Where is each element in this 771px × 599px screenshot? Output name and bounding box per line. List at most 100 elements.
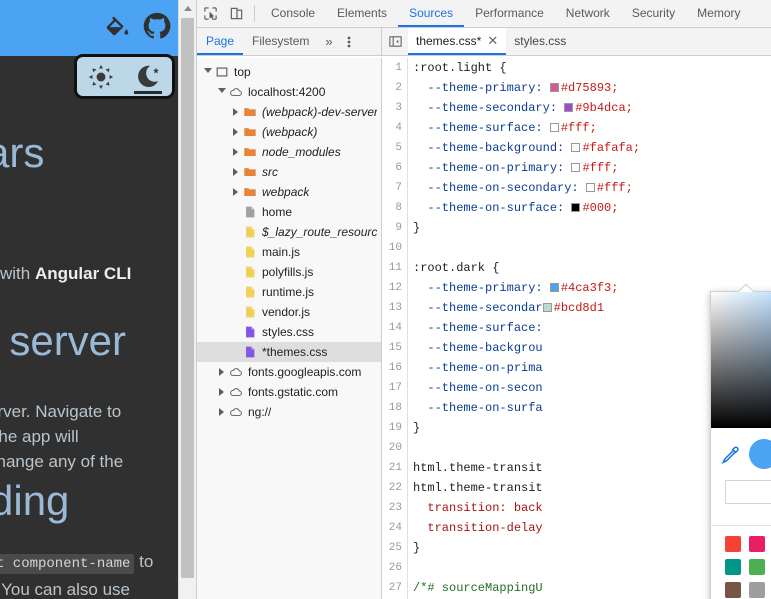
tree-twisty[interactable] (229, 168, 242, 176)
chevron-right-icon[interactable] (233, 148, 238, 156)
color-palette-swatches[interactable] (725, 536, 771, 598)
tree-item-themes-css[interactable]: *themes.css (197, 342, 381, 362)
code-line[interactable]: } (409, 218, 771, 238)
show-navigator-icon[interactable] (382, 28, 408, 55)
tree-twisty[interactable] (229, 188, 242, 196)
paint-bucket-icon[interactable] (102, 11, 132, 41)
tree-item-lazy-route-resource[interactable]: $_lazy_route_resource (197, 222, 381, 242)
chevron-right-icon[interactable] (219, 388, 224, 396)
code-line[interactable]: :root.light { (409, 58, 771, 78)
tree-item-polyfills-js[interactable]: polyfills.js (197, 262, 381, 282)
css-selector: } (413, 421, 421, 435)
tree-twisty[interactable] (229, 148, 242, 156)
tree-item-vendor-js[interactable]: vendor.js (197, 302, 381, 322)
tab-elements[interactable]: Elements (326, 0, 398, 27)
palette-swatch-9[interactable] (749, 559, 765, 575)
eyedropper-icon[interactable] (718, 445, 740, 464)
tree-item-localhost-4200[interactable]: localhost:4200 (197, 82, 381, 102)
dark-theme-option[interactable] (127, 57, 169, 96)
scroll-up-arrow-icon[interactable] (179, 0, 196, 17)
tab-performance[interactable]: Performance (464, 0, 555, 27)
code-line[interactable]: --theme-on-surface: #000; (409, 198, 771, 218)
tree-twisty[interactable] (215, 408, 228, 416)
tree-twisty[interactable] (215, 87, 228, 97)
palette-swatch-17[interactable] (749, 582, 765, 598)
chevron-down-icon[interactable] (217, 87, 226, 97)
navigator-tab-filesystem[interactable]: Filesystem (243, 28, 318, 55)
tab-network[interactable]: Network (555, 0, 621, 27)
palette-swatch-8[interactable] (725, 559, 741, 575)
inline-color-swatch[interactable] (571, 163, 581, 172)
devtools-panel-tabs: Console Elements Sources Performance Net… (260, 0, 752, 27)
palette-swatch-16[interactable] (725, 582, 741, 598)
inspect-element-icon[interactable] (197, 0, 223, 27)
page-scrollbar-thumb[interactable] (181, 18, 194, 578)
tree-twisty[interactable] (229, 108, 242, 116)
tree-twisty[interactable] (215, 388, 228, 396)
code-line[interactable]: --theme-background: #fafafa; (409, 138, 771, 158)
file-tab-styles-css[interactable]: styles.css (506, 28, 575, 55)
inline-color-swatch[interactable] (564, 103, 574, 112)
tab-console[interactable]: Console (260, 0, 326, 27)
code-line[interactable]: --theme-surface: #fff; (409, 118, 771, 138)
tree-item-node-modules[interactable]: node_modules (197, 142, 381, 162)
tree-twisty[interactable] (215, 368, 228, 376)
inline-color-swatch[interactable] (571, 143, 581, 152)
palette-swatch-1[interactable] (749, 536, 765, 552)
inline-color-swatch[interactable] (549, 123, 559, 132)
close-icon[interactable]: ✕ (487, 33, 498, 49)
chevron-right-icon[interactable] (219, 408, 224, 416)
chevron-right-icon[interactable] (233, 108, 238, 116)
chevron-down-icon[interactable] (203, 67, 212, 77)
code-line[interactable]: --theme-primary: #d75893; (409, 78, 771, 98)
chevron-right-icon[interactable] (233, 188, 238, 196)
chevron-right-icon[interactable] (219, 368, 224, 376)
hex-input[interactable] (725, 480, 771, 504)
tree-item-fonts-gstatic-com[interactable]: fonts.gstatic.com (197, 382, 381, 402)
tree-item-runtime-js[interactable]: runtime.js (197, 282, 381, 302)
tab-memory[interactable]: Memory (686, 0, 751, 27)
code-line[interactable]: --theme-on-secondary: #fff; (409, 178, 771, 198)
file-tab-themes-css[interactable]: themes.css* ✕ (408, 28, 507, 55)
code-line[interactable] (409, 238, 771, 258)
tree-item-webpack[interactable]: webpack (197, 182, 381, 202)
tree-item-home[interactable]: home (197, 202, 381, 222)
chevron-right-icon[interactable] (233, 128, 238, 136)
tab-sources[interactable]: Sources (398, 0, 465, 27)
sources-file-tree[interactable]: top localhost:4200 (webpack)-dev-server (we… (197, 58, 382, 599)
more-options-icon[interactable] (340, 28, 358, 55)
inline-color-swatch[interactable] (549, 283, 559, 292)
code-line[interactable]: --theme-on-primary: #fff; (409, 158, 771, 178)
chevron-right-icon[interactable] (233, 168, 238, 176)
tree-item-src[interactable]: src (197, 162, 381, 182)
github-icon[interactable] (142, 11, 172, 41)
tree-twisty[interactable] (201, 67, 214, 77)
code-editor[interactable]: 1 2 3 4 5 6 7 8 9 10 11 12 13 14 15 16 17 18 19 20 21 22 23 24 2… (382, 58, 771, 599)
inline-color-swatch[interactable] (549, 83, 559, 92)
tree-item-webpack-dev-server[interactable]: (webpack)-dev-server (197, 102, 381, 122)
line-number: 22 (388, 482, 402, 494)
code-line[interactable]: --theme-secondary: #9b4dca; (409, 98, 771, 118)
tree-item-ng[interactable]: ng:// (197, 402, 381, 422)
tree-twisty[interactable] (229, 128, 242, 136)
tree-item-top[interactable]: top (197, 62, 381, 82)
device-toolbar-icon[interactable] (223, 0, 249, 27)
css-property: --theme-on-surfa (413, 401, 543, 415)
line-number: 10 (388, 242, 402, 254)
code-line[interactable]: :root.dark { (409, 258, 771, 278)
color-spectrum-area[interactable] (711, 292, 771, 428)
color-picker-popup[interactable]: HEX (710, 291, 771, 599)
tree-item-main-js[interactable]: main.js (197, 242, 381, 262)
tree-item-fonts-googleapis-com[interactable]: fonts.googleapis.com (197, 362, 381, 382)
tab-security[interactable]: Security (621, 0, 686, 27)
light-theme-option[interactable] (80, 57, 122, 96)
inline-color-swatch[interactable] (571, 203, 581, 212)
tree-item-webpack[interactable]: (webpack) (197, 122, 381, 142)
inline-color-swatch[interactable] (542, 303, 552, 312)
tree-item-styles-css[interactable]: styles.css (197, 322, 381, 342)
navigator-more-tabs-icon[interactable]: » (318, 28, 339, 55)
inline-color-swatch[interactable] (585, 183, 595, 192)
navigator-tab-page[interactable]: Page (197, 28, 244, 55)
page-scrollbar[interactable] (178, 0, 196, 599)
palette-swatch-0[interactable] (725, 536, 741, 552)
